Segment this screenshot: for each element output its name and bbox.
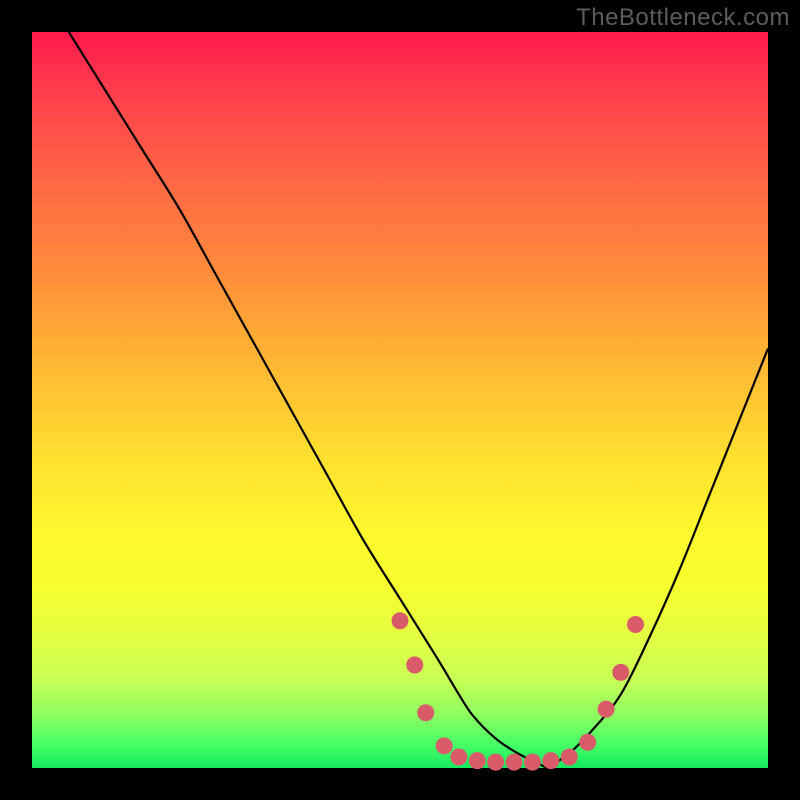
- chart-frame: TheBottleneck.com: [0, 0, 800, 800]
- curve-right: [547, 348, 768, 768]
- marker-dot: [612, 664, 629, 681]
- marker-dot: [524, 754, 541, 771]
- marker-dot: [469, 752, 486, 769]
- marker-dot: [436, 737, 453, 754]
- marker-dot: [487, 754, 504, 771]
- marker-dot: [561, 748, 578, 765]
- marker-dot: [406, 656, 423, 673]
- marker-dot: [392, 612, 409, 629]
- marker-dot: [450, 748, 467, 765]
- marker-dot: [506, 754, 523, 771]
- plot-area: [32, 32, 768, 768]
- marker-dot: [417, 704, 434, 721]
- marker-dot: [542, 752, 559, 769]
- chart-svg: [32, 32, 768, 768]
- marker-dot: [579, 734, 596, 751]
- watermark-text: TheBottleneck.com: [576, 4, 790, 32]
- marker-dot: [627, 616, 644, 633]
- bottleneck-dots: [392, 612, 645, 770]
- marker-dot: [598, 701, 615, 718]
- curve-left: [69, 32, 547, 768]
